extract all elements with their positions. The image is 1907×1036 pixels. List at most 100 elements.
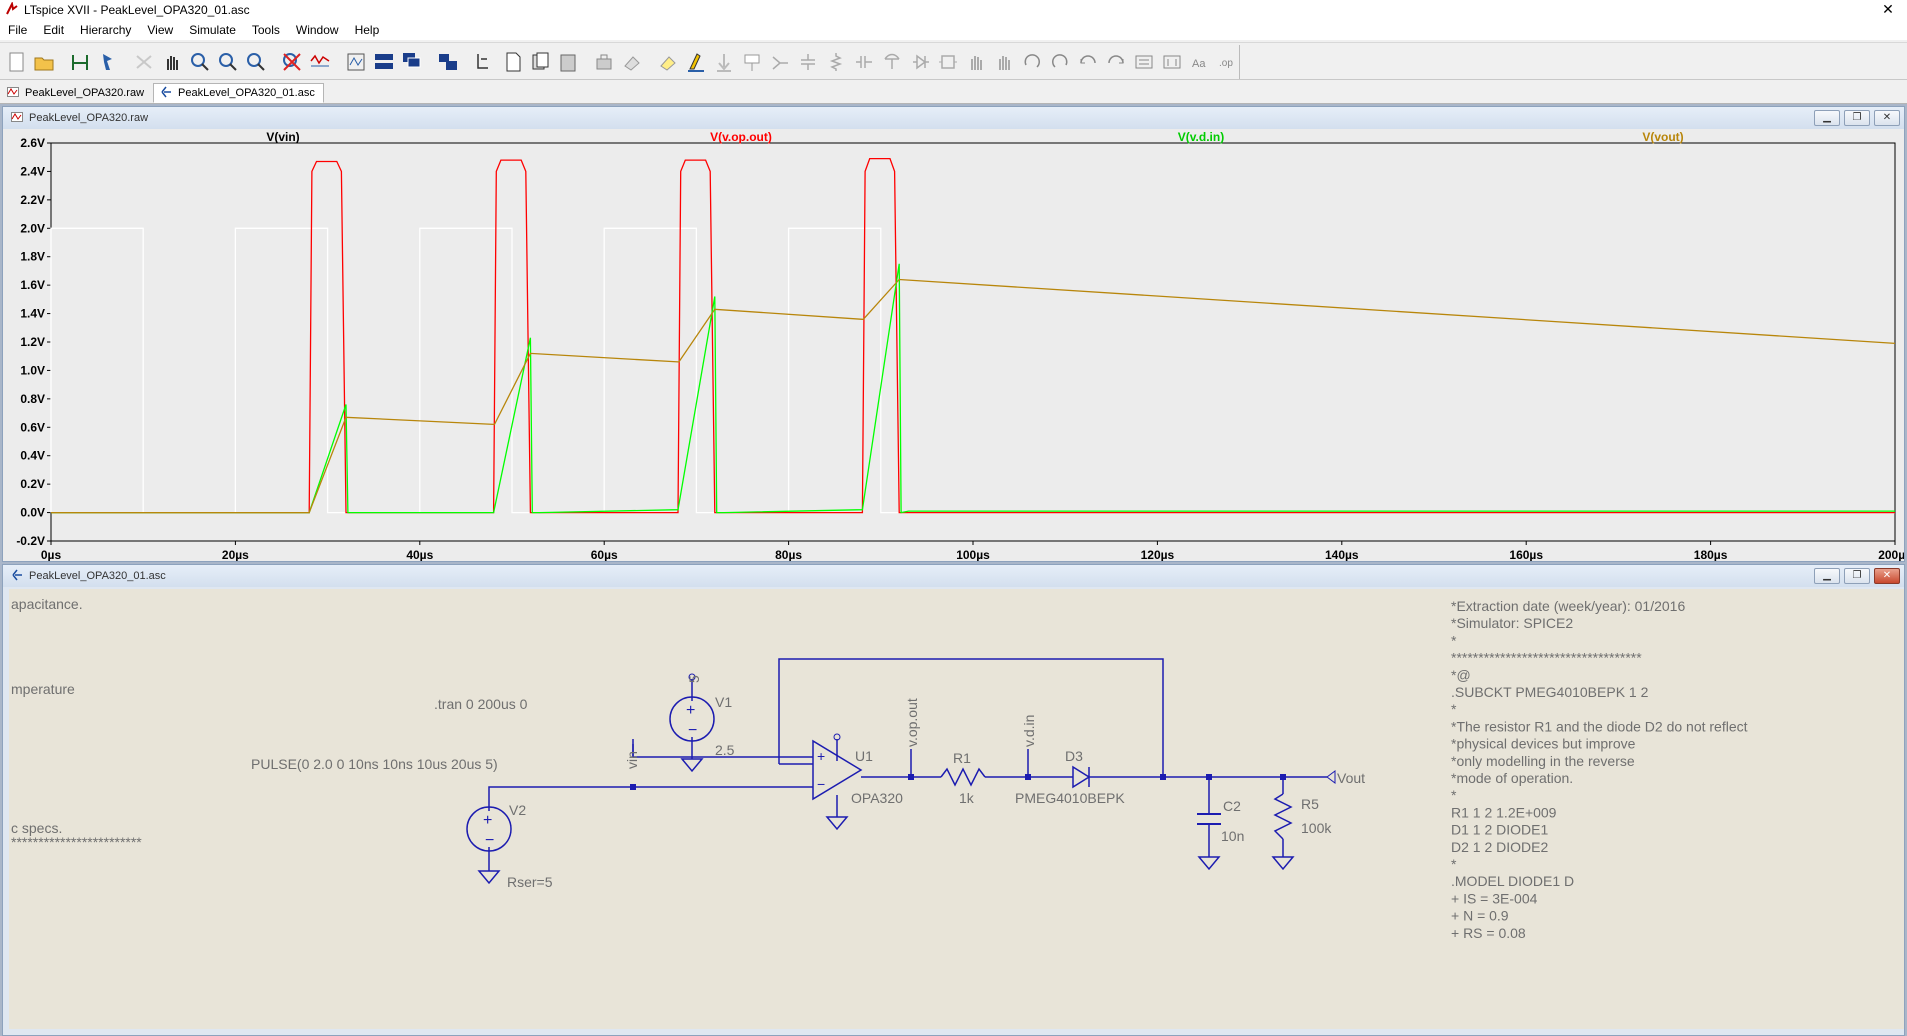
undo-arrow-icon[interactable] [1077, 50, 1099, 74]
undo-icon[interactable] [621, 50, 643, 74]
restore-button[interactable]: ❐ [1844, 110, 1870, 126]
drag-icon[interactable] [993, 50, 1015, 74]
copy-icon[interactable] [529, 50, 551, 74]
pulse-source-value[interactable]: PULSE(0 2.0 0 10ns 10ns 10us 20us 5) [251, 756, 498, 772]
resistor-icon[interactable] [825, 50, 847, 74]
u1-label: U1 [855, 748, 873, 764]
menu-help[interactable]: Help [347, 20, 388, 40]
component-icon[interactable] [937, 50, 959, 74]
menu-edit[interactable]: Edit [35, 20, 72, 40]
vout-label[interactable]: Vout [1337, 770, 1365, 786]
voltage-source-v1[interactable]: + − [669, 696, 715, 742]
rotate-icon[interactable] [1021, 50, 1043, 74]
diode-d3[interactable] [1063, 765, 1091, 789]
abc-text-icon[interactable]: Aa [1189, 50, 1211, 74]
netlist-text-block[interactable]: *Extraction date (week/year): 01/2016*Si… [1451, 598, 1748, 941]
pan-icon[interactable] [161, 50, 183, 74]
zoom-fit-icon[interactable] [245, 50, 267, 74]
menu-view[interactable]: View [139, 20, 181, 40]
spice-directive-icon[interactable] [713, 50, 735, 74]
close-windows-icon[interactable] [437, 50, 459, 74]
legend-label[interactable]: V(vin) [266, 130, 299, 144]
v2-value[interactable]: Rser=5 [507, 874, 553, 890]
c2-value[interactable]: 10n [1221, 828, 1244, 844]
r1-value[interactable]: 1k [959, 790, 975, 806]
print-icon[interactable] [473, 50, 495, 74]
plot-pane[interactable]: -0.2V 0.0V 0.2V 0.4V 0.6V 0.8V 1.0V 1.2V 1.4V 1.6… [3, 129, 1904, 561]
cascade-icon[interactable] [401, 50, 423, 74]
zoom-in-icon[interactable] [189, 50, 211, 74]
netlist-line: *********************************** [1451, 650, 1642, 666]
minimize-button[interactable]: ▁ [1814, 568, 1840, 584]
text-icon[interactable] [685, 50, 707, 74]
schematic-canvas[interactable]: apacitance. mperature c specs. *********… [9, 589, 1904, 1029]
legend-label[interactable]: V(v.op.out) [710, 130, 772, 144]
schematic-window-titlebar[interactable]: PeakLevel_OPA320_01.asc ▁ ❐ ✕ [3, 565, 1904, 587]
menu-hierarchy[interactable]: Hierarchy [72, 20, 139, 40]
restore-button[interactable]: ❐ [1844, 568, 1870, 584]
new-file-icon[interactable] [501, 50, 523, 74]
close-button[interactable]: ✕ [1874, 568, 1900, 584]
find-icon[interactable] [593, 50, 615, 74]
y-tick-label: 0.0V [20, 506, 45, 520]
cancel-zoom-icon[interactable] [281, 50, 303, 74]
draw-wire-icon[interactable] [741, 50, 763, 74]
waveform-dialog-icon[interactable] [345, 50, 367, 74]
tab-raw[interactable]: PeakLevel_OPA320.raw [0, 83, 153, 103]
move-icon[interactable] [965, 50, 987, 74]
voltage-source-v2[interactable]: + − [466, 806, 512, 852]
menu-file[interactable]: File [0, 20, 35, 40]
close-app-button[interactable]: ✕ [1879, 1, 1897, 18]
capacitor-c2[interactable] [1197, 813, 1221, 825]
tran-directive[interactable]: .tran 0 200us 0 [434, 696, 528, 712]
menu-tools[interactable]: Tools [244, 20, 288, 40]
open-icon[interactable] [33, 50, 55, 74]
mirror-icon[interactable] [1049, 50, 1071, 74]
netlist-line: *Extraction date (week/year): 01/2016 [1451, 598, 1685, 614]
legend-label[interactable]: V(vout) [1642, 130, 1683, 144]
menu-simulate[interactable]: Simulate [181, 20, 244, 40]
zoom-out-icon[interactable] [217, 50, 239, 74]
tile-horizontal-icon[interactable] [373, 50, 395, 74]
paste-icon[interactable] [557, 50, 579, 74]
r5-value[interactable]: 100k [1301, 820, 1332, 836]
legend-label[interactable]: V(v.d.in) [1178, 130, 1224, 144]
menu-bar: File Edit Hierarchy View Simulate Tools … [0, 20, 1907, 40]
waveform-window-titlebar[interactable]: PeakLevel_OPA320.raw ▁ ❐ ✕ [3, 107, 1904, 129]
resistor-r1[interactable] [940, 767, 986, 787]
netlist-line: *only modelling in the reverse [1451, 753, 1635, 769]
d3-part[interactable]: PMEG4010BEPK [1015, 790, 1125, 806]
u1-part[interactable]: OPA320 [851, 790, 903, 806]
new-schematic-icon[interactable] [5, 50, 27, 74]
v1-value[interactable]: 2.5 [715, 742, 735, 758]
y-tick-label: 1.4V [20, 307, 45, 321]
tab-asc[interactable]: PeakLevel_OPA320_01.asc [153, 83, 324, 103]
tab-asc-label: PeakLevel_OPA320_01.asc [178, 87, 315, 99]
redo-icon[interactable] [657, 50, 679, 74]
op-directive-icon[interactable]: .op [1217, 50, 1239, 74]
label-net-icon[interactable] [797, 50, 819, 74]
netlist-line: .SUBCKT PMEG4010BEPK 1 2 [1451, 684, 1649, 700]
halt-icon[interactable] [133, 50, 155, 74]
redo-arrow-icon[interactable] [1105, 50, 1127, 74]
diode-icon[interactable] [909, 50, 931, 74]
schematic-drawing[interactable]: apacitance. mperature c specs. *********… [9, 589, 1904, 1029]
ground-icon[interactable] [769, 50, 791, 74]
ground-symbol [477, 870, 501, 885]
net-label-vin: vin [624, 751, 640, 769]
minimize-button[interactable]: ▁ [1814, 110, 1840, 126]
autorange-icon[interactable] [309, 50, 331, 74]
menu-window[interactable]: Window [288, 20, 347, 40]
resistor-r5[interactable] [1273, 793, 1293, 840]
ltspice-app: LTspice XVII - PeakLevel_OPA320_01.asc ✕… [0, 0, 1907, 1036]
waveform-plot[interactable]: -0.2V 0.0V 0.2V 0.4V 0.6V 0.8V 1.0V 1.2V 1.4V 1.6… [3, 129, 1904, 561]
inductor-icon[interactable] [881, 50, 903, 74]
control-panel-icon[interactable] [69, 50, 91, 74]
close-button[interactable]: ✕ [1874, 110, 1900, 126]
ltspice-logo-icon [4, 0, 20, 18]
duplicate-icon[interactable] [1161, 50, 1183, 74]
run-icon[interactable] [97, 50, 119, 74]
capacitor-icon[interactable] [853, 50, 875, 74]
delete-icon[interactable] [1133, 50, 1155, 74]
netlist-line: *physical devices but improve [1451, 736, 1636, 752]
